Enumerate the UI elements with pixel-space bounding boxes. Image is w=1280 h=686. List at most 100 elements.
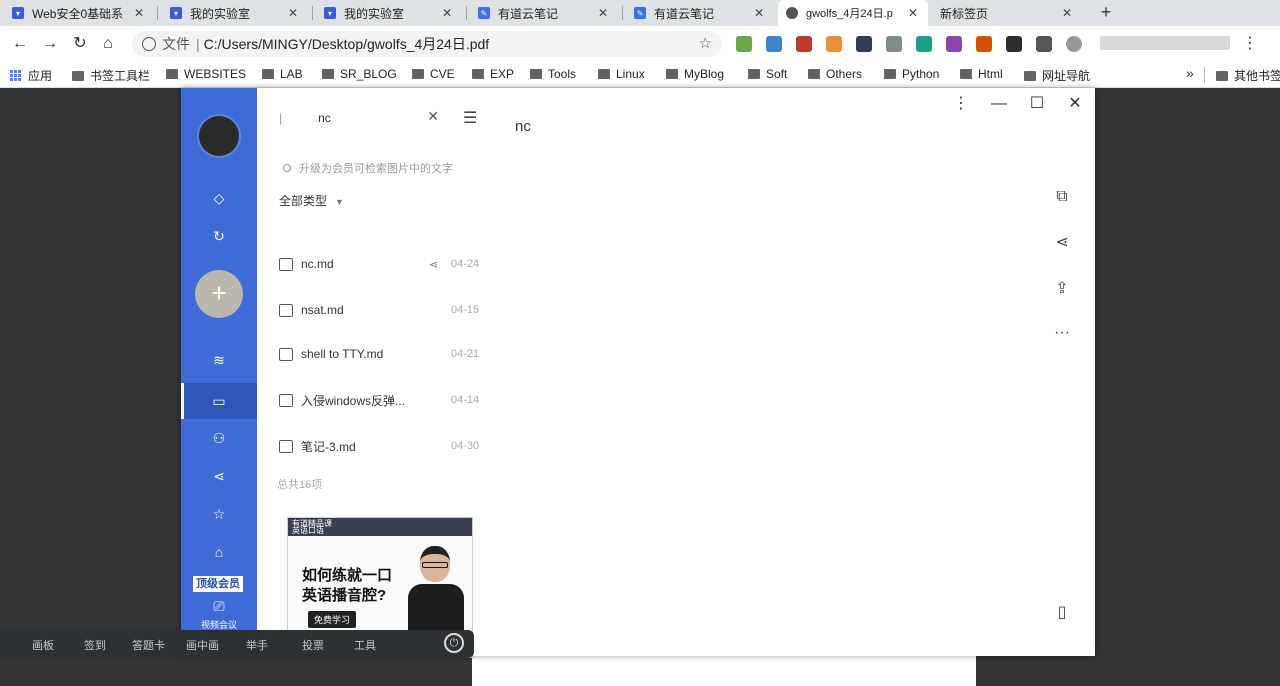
- bookmark-folder[interactable]: WEBSITES: [166, 67, 246, 81]
- bookmark-label: Python: [902, 67, 940, 81]
- close-icon[interactable]: ✕: [286, 6, 300, 20]
- share-icon[interactable]: ⋖: [1051, 232, 1073, 254]
- sync-icon[interactable]: ↻: [209, 226, 229, 246]
- reload-icon[interactable]: ↻: [70, 34, 90, 54]
- bookmark-folder-other[interactable]: 其他书签: [1216, 67, 1280, 84]
- bookmark-folder[interactable]: EXP: [472, 67, 514, 81]
- extension-icon[interactable]: [856, 36, 872, 52]
- clear-search-icon[interactable]: ✕: [427, 108, 439, 125]
- more-horizontal-icon[interactable]: ···: [1051, 322, 1073, 344]
- extension-icon[interactable]: [826, 36, 842, 52]
- toolbar-checkin[interactable]: 签到: [84, 637, 106, 653]
- diamond-icon[interactable]: ◇: [209, 188, 229, 208]
- forward-icon[interactable]: →: [40, 34, 60, 54]
- extension-icon[interactable]: [976, 36, 992, 52]
- close-icon[interactable]: ✕: [596, 6, 610, 20]
- tab-pdf-active[interactable]: gwolfs_4月24日.p ✕: [778, 0, 928, 26]
- nav-item-folders[interactable]: ▭: [181, 383, 257, 419]
- toolbar-answer-card[interactable]: 答题卡: [132, 637, 165, 653]
- bookmark-folder[interactable]: Tools: [530, 67, 576, 81]
- list-item[interactable]: nc.md ⋖ 04-24: [279, 254, 489, 274]
- bookmark-folder[interactable]: LAB: [262, 67, 303, 81]
- close-icon[interactable]: ✕: [440, 6, 454, 20]
- star-icon[interactable]: ☆: [209, 504, 229, 524]
- extension-icon[interactable]: [796, 36, 812, 52]
- close-icon[interactable]: ✕: [1060, 6, 1074, 20]
- list-menu-icon[interactable]: ☰: [463, 108, 477, 128]
- tab-youdao-1[interactable]: ✎ 有道云笔记 ✕: [470, 0, 618, 26]
- file-name: 入侵windows反弹...: [301, 393, 406, 408]
- note-icon: ✎: [634, 7, 646, 19]
- classroom-toolbar: 画板 签到 答题卡 画中画 举手 投票 工具 ⏻: [0, 630, 474, 658]
- menu-kebab-icon[interactable]: ⋮: [1240, 34, 1260, 54]
- vip-badge[interactable]: 顶级会员: [193, 576, 243, 592]
- bookmarks-overflow-button[interactable]: »: [1186, 65, 1194, 81]
- bookmark-folder[interactable]: SR_BLOG: [322, 67, 397, 81]
- tab-youdao-2[interactable]: ✎ 有道云笔记 ✕: [626, 0, 774, 26]
- upload-icon[interactable]: ⇪: [1051, 278, 1073, 300]
- share-icon[interactable]: ⋖: [209, 466, 229, 486]
- list-item[interactable]: 入侵windows反弹... 04-14: [279, 390, 489, 410]
- bookmark-folder[interactable]: Soft: [748, 67, 787, 81]
- close-icon[interactable]: ✕: [132, 6, 146, 20]
- extension-icon[interactable]: [916, 36, 932, 52]
- bookmark-folder[interactable]: Others: [808, 67, 862, 81]
- tab-my-lab-2[interactable]: ▾ 我的实验室 ✕: [316, 0, 462, 26]
- users-icon[interactable]: ⚇: [209, 428, 229, 448]
- reading-mode-icon[interactable]: ▯: [1051, 602, 1073, 624]
- profile-avatar[interactable]: [1066, 36, 1082, 52]
- address-bar[interactable]: 文件 | C:/Users/MINGY/Desktop/gwolfs_4月24日…: [132, 31, 722, 57]
- search-input[interactable]: | nc ✕: [279, 108, 439, 128]
- maximize-icon[interactable]: ☐: [1027, 94, 1047, 114]
- share-icon[interactable]: ⋖: [429, 258, 438, 271]
- list-item[interactable]: nsat.md 04-15: [279, 300, 489, 320]
- bookmark-folder[interactable]: CVE: [412, 67, 455, 81]
- tab-new-tab[interactable]: 新标签页 ✕: [932, 0, 1082, 26]
- bookmark-apps[interactable]: 应用: [10, 67, 52, 84]
- close-icon[interactable]: ✕: [906, 6, 920, 20]
- extension-icon[interactable]: [946, 36, 962, 52]
- ocr-upsell-hint[interactable]: 升级为会员可检索图片中的文字: [283, 160, 453, 176]
- toolbar-tools[interactable]: 工具: [354, 637, 376, 653]
- toolbar-whiteboard[interactable]: 画板: [32, 637, 54, 653]
- bookmark-folder[interactable]: 网址导航: [1024, 67, 1090, 84]
- bookmark-folder[interactable]: MyBlog: [666, 67, 724, 81]
- toolbar-vote[interactable]: 投票: [302, 637, 324, 653]
- info-icon[interactable]: [142, 37, 156, 51]
- close-icon[interactable]: ✕: [1065, 94, 1085, 114]
- power-icon[interactable]: ⏻: [444, 633, 464, 653]
- toolbar-pip[interactable]: 画中画: [186, 637, 219, 653]
- bookmark-folder[interactable]: Linux: [598, 67, 645, 81]
- layers-icon[interactable]: ≋: [209, 350, 229, 370]
- ad-cta-button[interactable]: 免费学习: [308, 611, 357, 628]
- extension-icon[interactable]: [1036, 36, 1052, 52]
- list-item[interactable]: shell to TTY.md 04-21: [279, 344, 489, 364]
- page-title[interactable]: nc: [515, 118, 531, 135]
- avatar[interactable]: [197, 114, 241, 158]
- close-icon[interactable]: ✕: [752, 6, 766, 20]
- tab-web-security[interactable]: ▾ Web安全0基础系 ✕: [4, 0, 154, 26]
- bookmark-star-icon[interactable]: ☆: [699, 34, 712, 52]
- extension-icon[interactable]: [886, 36, 902, 52]
- tab-my-lab-1[interactable]: ▾ 我的实验室 ✕: [162, 0, 308, 26]
- type-filter-dropdown[interactable]: 全部类型 ▼: [279, 192, 344, 209]
- globe-icon: [786, 7, 798, 19]
- toolbar-raise-hand[interactable]: 举手: [246, 637, 268, 653]
- extension-icon[interactable]: [766, 36, 782, 52]
- new-tab-button[interactable]: +: [1096, 2, 1116, 22]
- back-icon[interactable]: ←: [10, 34, 30, 54]
- folder-icon: [1024, 70, 1036, 81]
- video-meeting-icon[interactable]: ⎚: [209, 596, 229, 616]
- bookmark-folder[interactable]: 书签工具栏: [72, 67, 150, 84]
- bookmark-folder[interactable]: Python: [884, 67, 939, 81]
- new-note-button[interactable]: +: [195, 270, 243, 318]
- extension-icon[interactable]: [736, 36, 752, 52]
- extension-icon[interactable]: [1006, 36, 1022, 52]
- list-item[interactable]: 笔记-3.md 04-30: [279, 436, 489, 456]
- more-vertical-icon[interactable]: ⋮: [951, 94, 971, 114]
- bookmark-folder[interactable]: Html: [960, 67, 1003, 81]
- home-icon[interactable]: ⌂: [98, 34, 118, 54]
- minimize-icon[interactable]: —: [989, 94, 1009, 114]
- trash-icon[interactable]: ⌂: [209, 542, 229, 562]
- export-image-icon[interactable]: ⧉: [1051, 186, 1073, 208]
